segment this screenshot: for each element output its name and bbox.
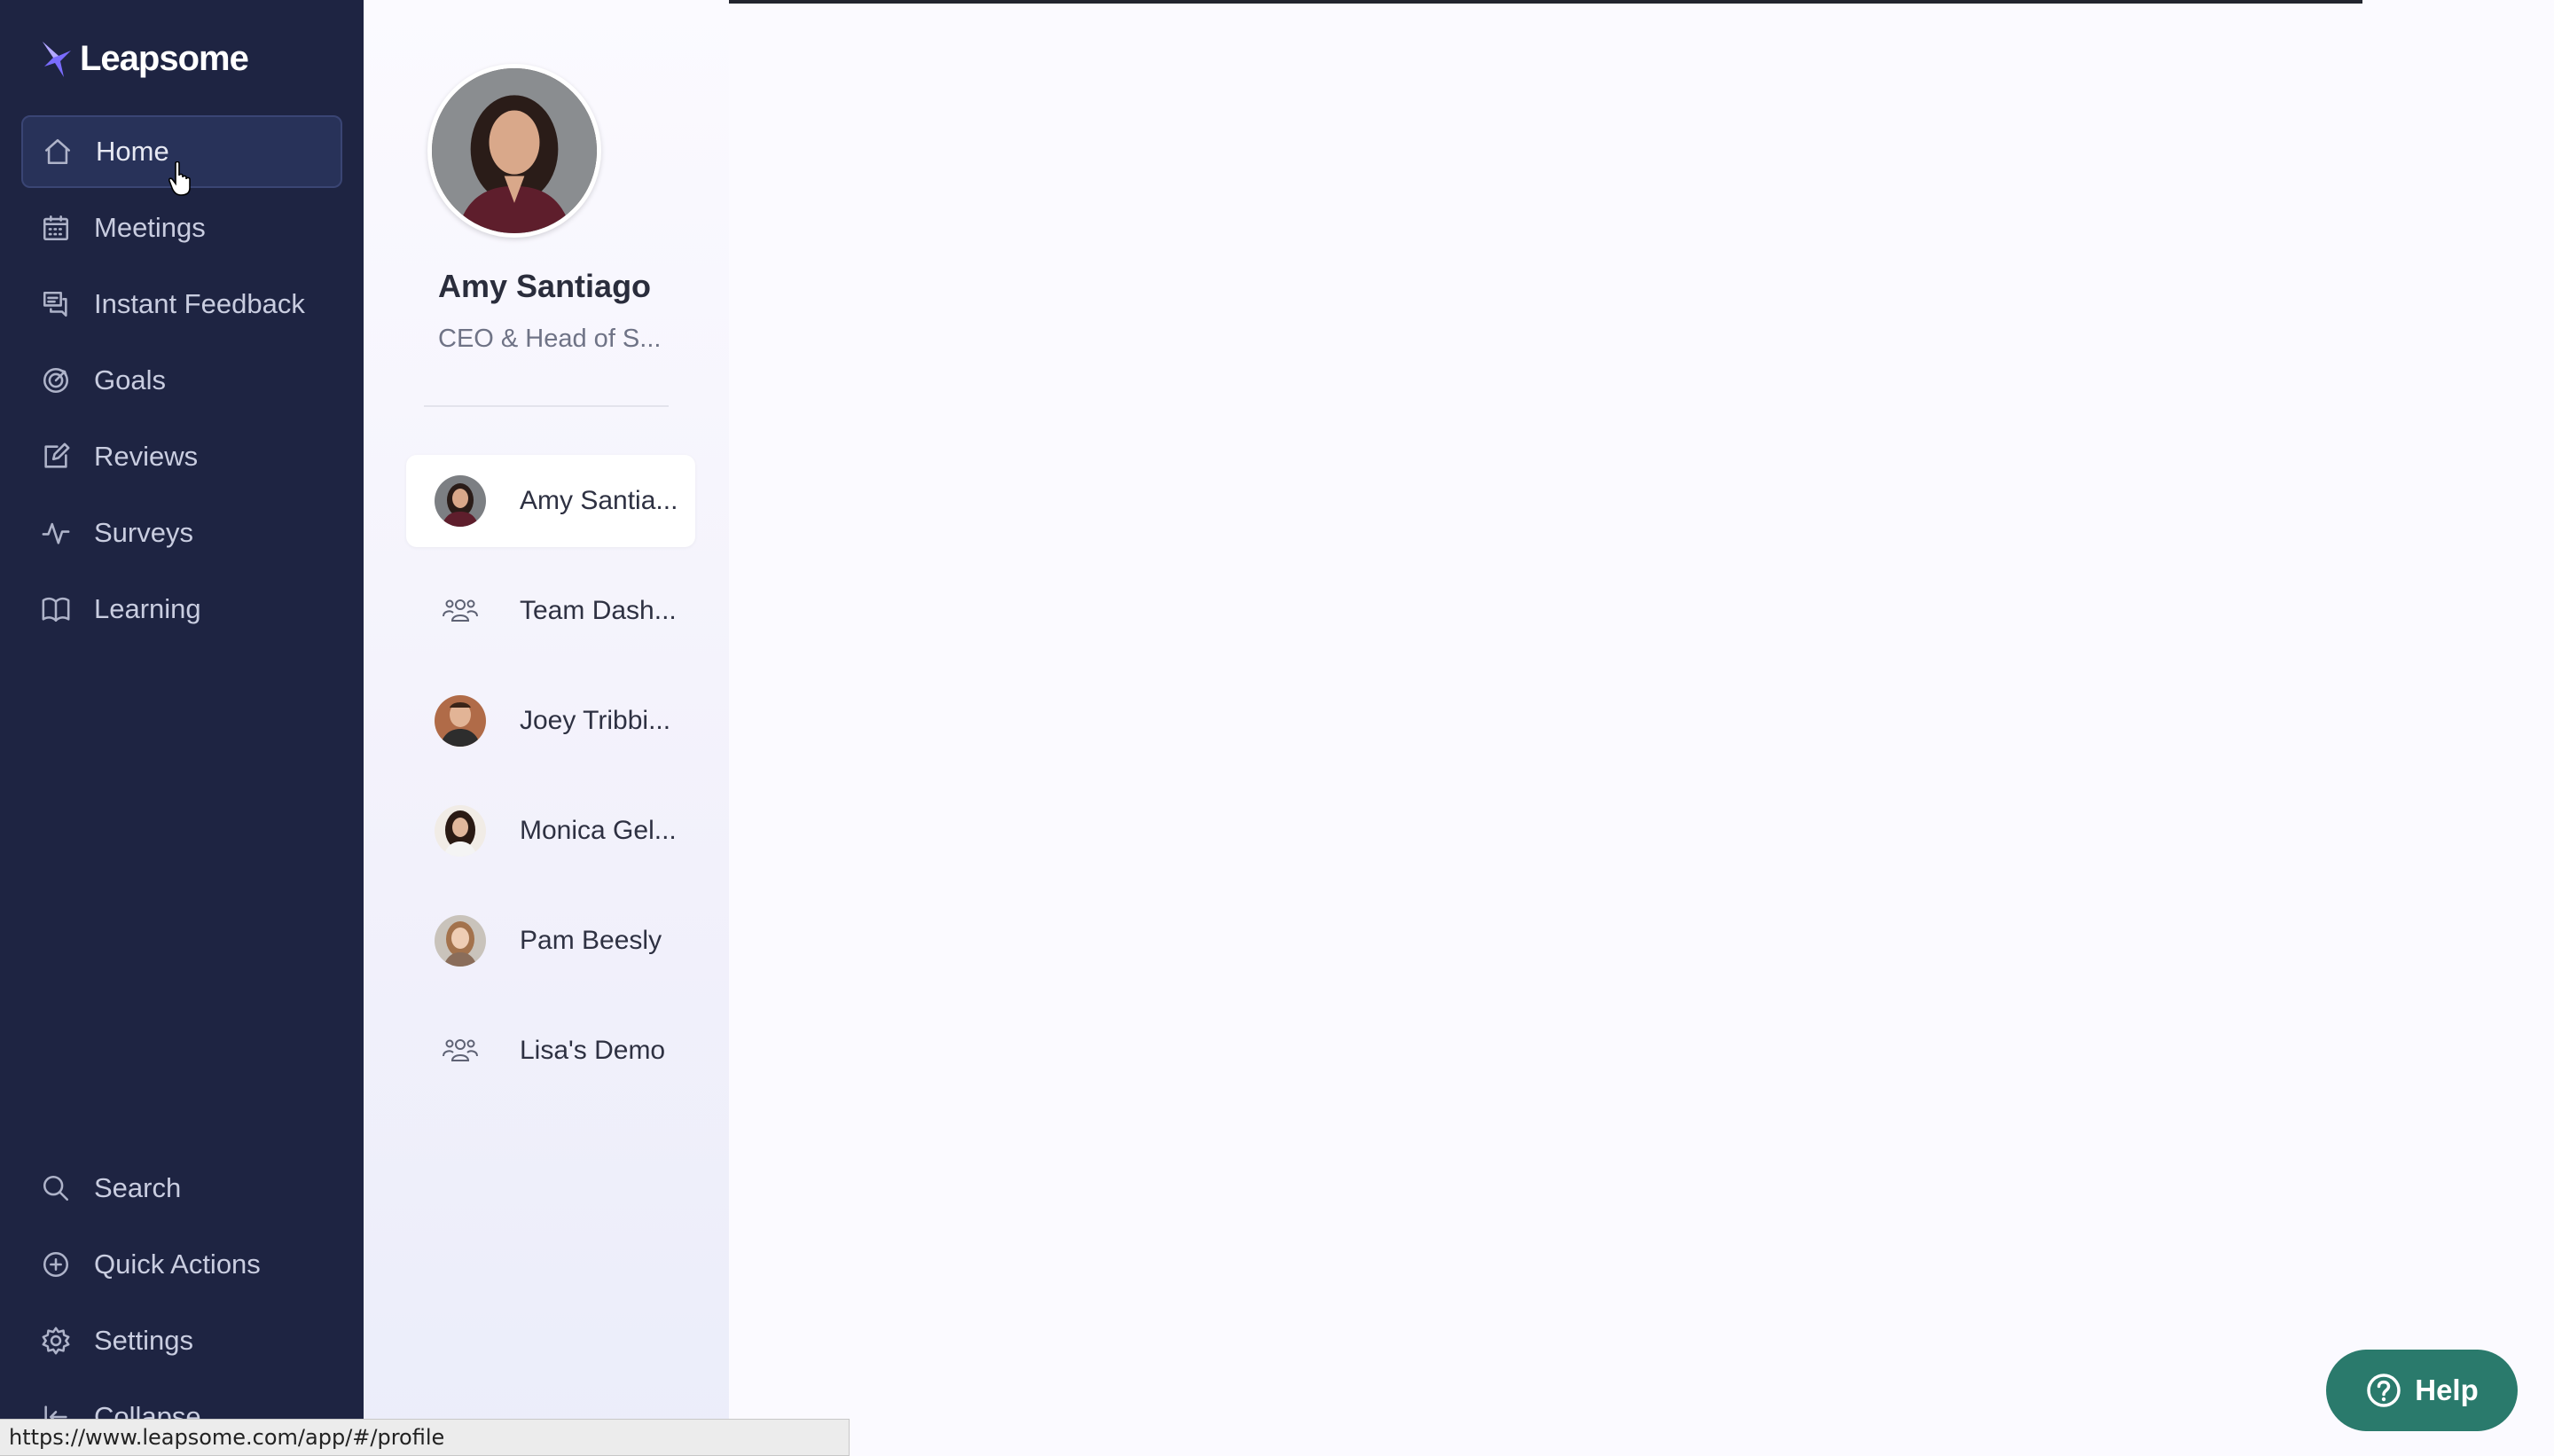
profile-avatar[interactable] [427, 64, 601, 238]
sidebar-item-surveys[interactable]: Surveys [21, 497, 342, 569]
list-item-label: Joey Tribbi... [520, 706, 671, 735]
list-item-amy-santiago[interactable]: Amy Santia... [406, 455, 695, 547]
sidebar-item-label: Home [96, 136, 169, 167]
main-content [729, 4, 2554, 1456]
help-button[interactable]: Help [2326, 1350, 2518, 1431]
hand-cursor-icon [168, 161, 191, 196]
sidebar-item-label: Learning [94, 593, 201, 624]
gear-icon [41, 1326, 71, 1356]
search-icon [41, 1173, 71, 1203]
avatar [435, 695, 486, 747]
sidebar-item-label: Meetings [94, 212, 206, 243]
list-item-label: Amy Santia... [520, 486, 678, 515]
brand-name: Leapsome [80, 39, 249, 78]
profile-name: Amy Santiago [438, 268, 652, 304]
pulse-icon [41, 518, 71, 548]
sidebar-item-reviews[interactable]: Reviews [21, 420, 342, 493]
list-item-label: Lisa's Demo [520, 1036, 666, 1065]
help-icon [2367, 1374, 2401, 1407]
status-url-bar: https://www.leapsome.com/app/#/profile [0, 1419, 850, 1456]
sidebar-item-label: Quick Actions [94, 1249, 261, 1280]
sidebar-item-label: Instant Feedback [94, 288, 305, 319]
help-label: Help [2415, 1374, 2479, 1406]
main-sidebar: Leapsome Home Meetings Instant Feedback … [0, 0, 364, 1456]
list-item-label: Pam Beesly [520, 926, 662, 955]
avatar [435, 475, 486, 527]
brand-logo[interactable]: Leapsome [41, 39, 249, 79]
avatar [435, 915, 486, 967]
calendar-icon [41, 213, 71, 243]
target-icon [41, 365, 71, 395]
list-item-lisas-demo[interactable]: Lisa's Demo [406, 1005, 695, 1097]
list-item-label: Team Dash... [520, 596, 677, 625]
list-item-monica-geller[interactable]: Monica Gel... [406, 785, 695, 877]
sidebar-item-label: Settings [94, 1325, 194, 1356]
sidebar-bottom-nav: Search Quick Actions Settings Collapse [21, 1152, 342, 1456]
sidebar-item-label: Reviews [94, 441, 199, 472]
list-item-pam-beesly[interactable]: Pam Beesly [406, 895, 695, 987]
profile-panel: Amy Santiago CEO & Head of S... Amy Sant… [364, 0, 729, 1456]
people-list: Amy Santia... Team Dash... Joey Tribbi..… [406, 455, 695, 1115]
sidebar-item-meetings[interactable]: Meetings [21, 192, 342, 264]
edit-icon [41, 442, 71, 472]
sidebar-item-label: Goals [94, 364, 166, 395]
book-icon [41, 594, 71, 624]
sidebar-item-search[interactable]: Search [21, 1152, 342, 1225]
avatar [435, 805, 486, 857]
home-icon [43, 137, 73, 167]
sidebar-item-settings[interactable]: Settings [21, 1304, 342, 1377]
profile-photo-icon [432, 68, 597, 233]
sidebar-item-learning[interactable]: Learning [21, 573, 342, 646]
divider [424, 405, 669, 407]
profile-title: CEO & Head of S... [438, 325, 662, 353]
plus-circle-icon [41, 1249, 71, 1280]
sidebar-item-instant-feedback[interactable]: Instant Feedback [21, 268, 342, 341]
list-item-joey-tribbiani[interactable]: Joey Tribbi... [406, 675, 695, 767]
sidebar-item-goals[interactable]: Goals [21, 344, 342, 417]
sidebar-item-quick-actions[interactable]: Quick Actions [21, 1228, 342, 1301]
sidebar-item-label: Search [94, 1172, 182, 1203]
team-icon [435, 585, 486, 637]
list-item-team-dashboard[interactable]: Team Dash... [406, 565, 695, 657]
chat-icon [41, 289, 71, 319]
sidebar-item-label: Surveys [94, 517, 193, 548]
list-item-label: Monica Gel... [520, 816, 677, 845]
team-icon [435, 1025, 486, 1076]
leapsome-logo-icon [43, 41, 71, 77]
